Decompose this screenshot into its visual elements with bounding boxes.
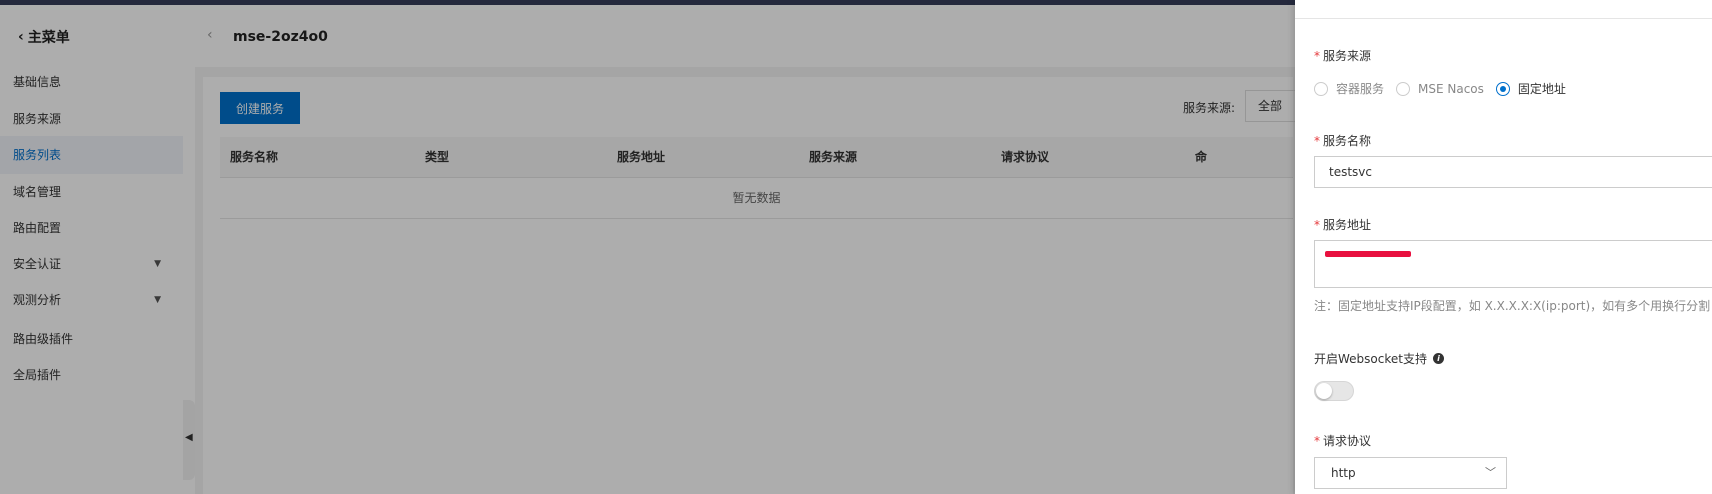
source-label: * 服务来源 <box>1314 47 1371 64</box>
radio-circle <box>1396 81 1411 96</box>
radio-mse-nacos[interactable]: MSE Nacos <box>1396 81 1484 96</box>
radio-label: 固定地址 <box>1517 82 1566 96</box>
name-label: * 服务名称 <box>1314 132 1371 149</box>
modal-overlay[interactable] <box>0 0 1295 494</box>
required-mark: * <box>1314 434 1320 448</box>
label-text: 服务地址 <box>1323 218 1372 232</box>
label-text: 开启Websocket支持 <box>1314 352 1427 366</box>
redacted-address <box>1325 251 1411 257</box>
address-label: * 服务地址 <box>1314 216 1371 233</box>
radio-label: MSE Nacos <box>1418 81 1484 96</box>
toggle-knob <box>1316 383 1332 399</box>
radio-circle <box>1495 81 1510 96</box>
service-address-textarea[interactable] <box>1314 240 1712 288</box>
required-mark: * <box>1314 134 1320 148</box>
label-text: 请求协议 <box>1323 434 1372 448</box>
service-name-input[interactable]: testsvc <box>1314 156 1712 188</box>
select-value: http <box>1331 466 1356 480</box>
radio-label: 容器服务 <box>1336 82 1385 96</box>
radio-fixed-address[interactable]: 固定地址 <box>1495 80 1566 97</box>
websocket-toggle[interactable] <box>1314 381 1354 401</box>
source-radio-group: 容器服务 MSE Nacos 固定地址 <box>1314 80 1578 97</box>
radio-container-service[interactable]: 容器服务 <box>1314 80 1384 97</box>
create-service-drawer: * 服务来源 容器服务 MSE Nacos 固定地址 * 服务名称 testsvc … <box>1295 0 1712 494</box>
protocol-select[interactable]: http ﹀ <box>1314 457 1507 489</box>
address-hint: 注：固定地址支持IP段配置，如 X.X.X.X:X(ip:port)，如有多个用… <box>1314 299 1711 313</box>
radio-circle <box>1314 81 1328 96</box>
websocket-label: 开启Websocket支持 i <box>1314 350 1444 367</box>
required-mark: * <box>1314 218 1320 232</box>
label-text: 服务名称 <box>1323 134 1372 148</box>
info-icon[interactable]: i <box>1432 353 1444 364</box>
drawer-divider <box>1295 18 1712 19</box>
required-mark: * <box>1314 49 1320 63</box>
label-text: 服务来源 <box>1323 49 1372 63</box>
chevron-down-icon: ﹀ <box>1485 466 1496 479</box>
protocol-label: * 请求协议 <box>1314 432 1371 449</box>
